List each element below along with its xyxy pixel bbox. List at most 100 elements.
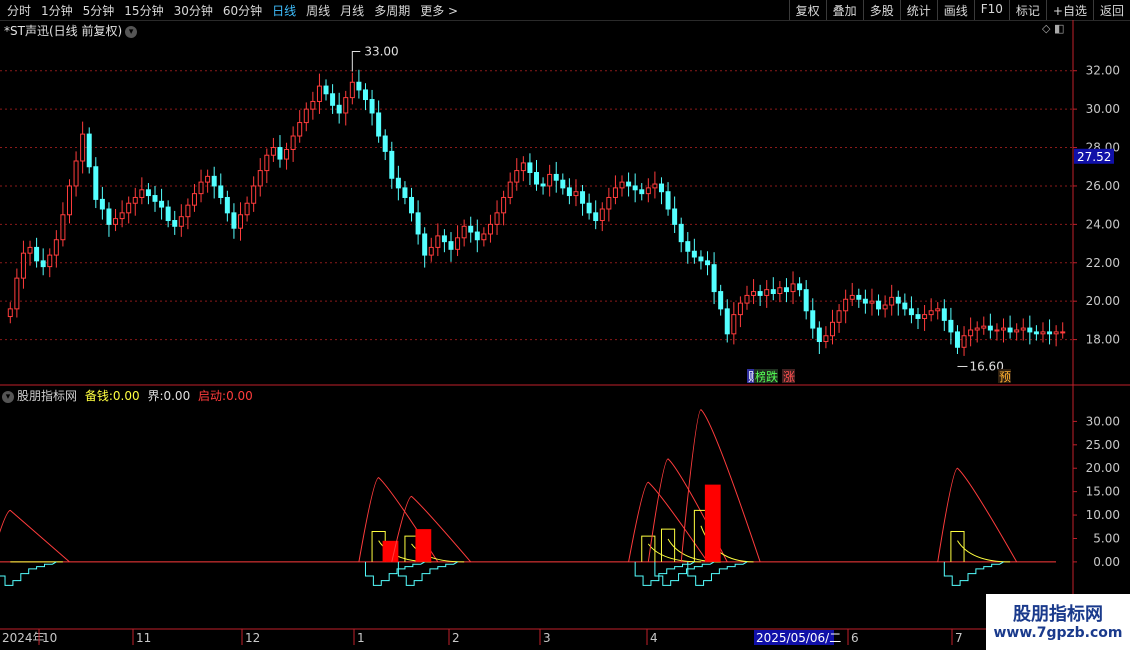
indicator-tick-label: 20.00 (1086, 461, 1120, 475)
candle-body (691, 250, 697, 258)
candle-body (376, 112, 382, 137)
candle-body (1060, 331, 1066, 334)
price-tick-label: 24.00 (1086, 217, 1120, 231)
candle-body (277, 147, 283, 160)
candle-body (330, 93, 336, 106)
candle-body (869, 300, 875, 304)
date-label: 3 (543, 631, 551, 645)
candle-body (34, 246, 40, 262)
chevron-down-icon[interactable]: ▾ (2, 390, 14, 403)
candle-body (908, 308, 914, 316)
candle-body (119, 212, 125, 220)
date-label: 11 (136, 631, 151, 645)
candle-body (461, 225, 467, 239)
candle-body (205, 175, 211, 183)
candle-body (987, 325, 993, 331)
indicator-bar (704, 484, 721, 562)
candle-body (1047, 331, 1053, 335)
candle-body (928, 310, 934, 316)
candle-body (487, 223, 493, 235)
candle-body (783, 287, 789, 293)
candle-body (290, 135, 296, 150)
candle-body (435, 235, 441, 248)
date-label: 7 (955, 631, 963, 645)
candle-body (402, 187, 408, 198)
chevron-down-icon[interactable]: ▾ (125, 25, 138, 38)
candle-body (678, 223, 684, 243)
candle-body (1001, 327, 1007, 331)
candle-body (1027, 327, 1033, 333)
candle-body (895, 296, 901, 304)
candle-body (612, 187, 618, 198)
candle-body (284, 148, 290, 160)
candle-body (1053, 331, 1059, 335)
candle-body (73, 160, 79, 187)
candle-body (415, 212, 421, 235)
candle-body (369, 99, 375, 114)
candle-body (626, 181, 632, 187)
candle-body (310, 100, 316, 110)
candle-body (961, 335, 967, 348)
candle-body (474, 231, 480, 241)
stock-chart: 18.0020.0022.0024.0026.0028.0030.0032.00… (0, 20, 1130, 645)
candle-body (362, 89, 368, 101)
indicator-tick-label: 0.00 (1093, 555, 1120, 569)
candle-body (172, 220, 178, 227)
date-label: 2024年 (2, 631, 45, 645)
candle-body (698, 256, 704, 262)
watermark-title: 股朋指标网 (1013, 604, 1103, 625)
panel-toggle-icon[interactable]: ◧ (1054, 22, 1064, 35)
price-tick-label: 20.00 (1086, 294, 1120, 308)
candle-body (744, 294, 750, 304)
candle-body (224, 196, 230, 214)
candle-body (889, 296, 895, 306)
candle-body (619, 181, 625, 189)
candle-body (935, 308, 941, 312)
current-price-label: 27.52 (1077, 150, 1111, 164)
indicator-tick-label: 10.00 (1086, 508, 1120, 522)
diamond-icon[interactable]: ◇ (1042, 22, 1050, 35)
candle-body (652, 183, 658, 189)
candle-body (547, 173, 553, 187)
candle-body (981, 325, 987, 329)
candle-body (66, 185, 72, 216)
candle-body (816, 327, 822, 343)
candle-body (389, 150, 395, 179)
date-label: 6 (851, 631, 859, 645)
candle-body (553, 173, 559, 181)
candle-body (1014, 329, 1020, 333)
qidong-label: 启动: (198, 389, 227, 403)
candle-body (270, 147, 276, 156)
candle-body (718, 291, 724, 310)
candle-body (80, 133, 86, 162)
date-cursor-label: 2025/05/06/二 (756, 631, 841, 645)
candle-body (672, 208, 678, 225)
candle-body (27, 246, 33, 254)
jie-value: 0.00 (163, 389, 191, 403)
candle-body (264, 154, 270, 172)
candle-body (1040, 331, 1046, 335)
price-tick-label: 30.00 (1086, 102, 1120, 116)
candle-body (534, 172, 539, 185)
candle-body (356, 81, 362, 91)
candle-body (639, 189, 645, 195)
indicator-peak-curve (628, 481, 708, 563)
candle-body (823, 335, 829, 343)
candle-body (803, 289, 809, 312)
candle-body (915, 314, 921, 319)
candle-body (303, 108, 309, 124)
candle-body (593, 212, 599, 222)
candle-body (297, 122, 303, 137)
candle-body (468, 225, 474, 233)
candle-body (810, 310, 816, 329)
candle-body (560, 179, 566, 189)
candle-body (948, 319, 954, 333)
candle-body (849, 294, 855, 300)
date-label: 12 (245, 631, 260, 645)
candle-body (238, 214, 244, 229)
indicator-name: 股朋指标网 (17, 389, 78, 403)
indicator-negative-steps (397, 561, 458, 586)
beiqian-label: 备钱: (84, 389, 113, 403)
candle-body (941, 308, 947, 321)
candle-body (573, 191, 579, 197)
